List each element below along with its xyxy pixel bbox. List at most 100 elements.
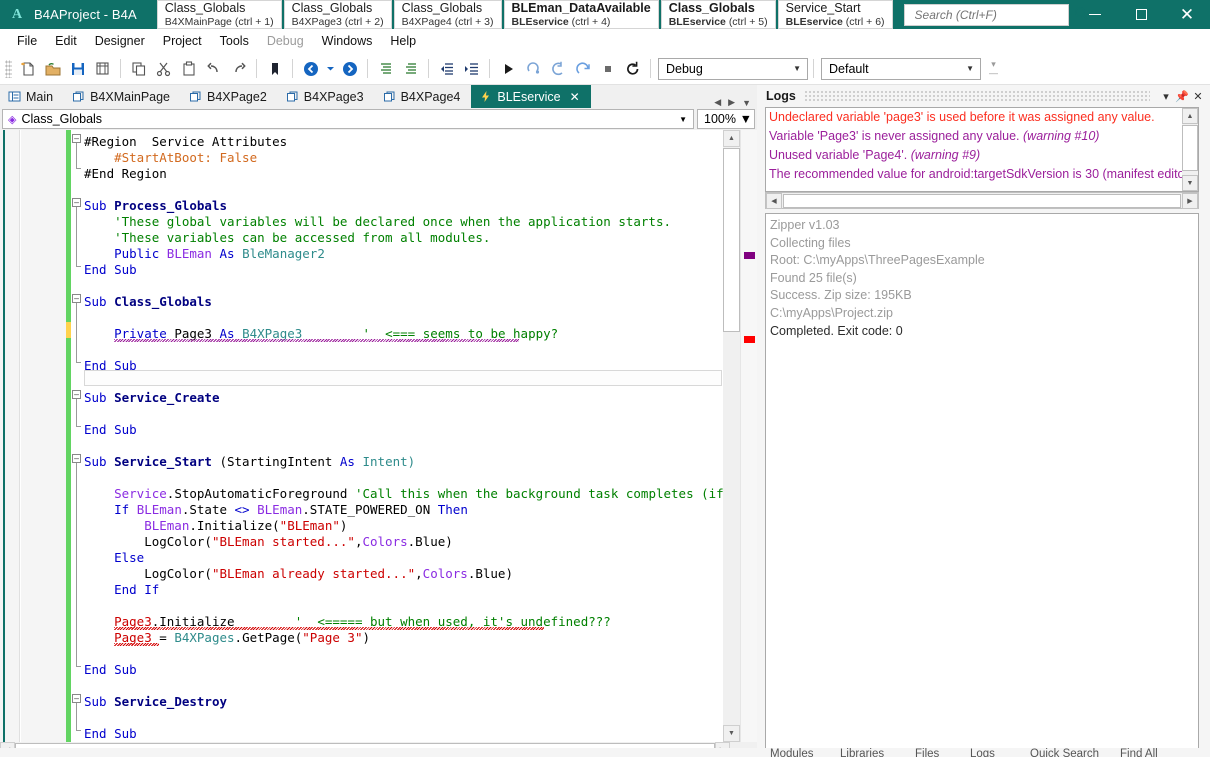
tab-b4xpage3[interactable]: B4XPage3 xyxy=(278,85,375,108)
tab-b4xpage2[interactable]: B4XPage2 xyxy=(181,85,278,108)
log-output[interactable]: Zipper v1.03 Collecting files Root: C:\m… xyxy=(765,213,1199,757)
chevron-down-icon[interactable]: ▾ xyxy=(1158,90,1174,103)
tab-b4xpage4[interactable]: B4XPage4 xyxy=(375,85,472,108)
fold-toggle-region[interactable]: – xyxy=(72,134,81,143)
warnings-vertical-scrollbar[interactable]: ▲ ▼ xyxy=(1182,108,1198,191)
dock-item-libraries[interactable]: Libraries xyxy=(840,748,884,757)
step-out-icon[interactable] xyxy=(570,57,595,81)
restart-icon[interactable] xyxy=(620,57,645,81)
copy-icon[interactable] xyxy=(126,57,151,81)
quick-tab-3[interactable]: BLEman_DataAvailable BLEservice (ctrl + … xyxy=(504,0,659,29)
bookmark-icon[interactable] xyxy=(262,57,287,81)
quick-tab-2[interactable]: Class_Globals B4XPage4 (ctrl + 3) xyxy=(394,0,502,29)
tab-b4xmainpage[interactable]: B4XMainPage xyxy=(64,85,181,108)
scroll-up-icon[interactable]: ▲ xyxy=(1182,108,1198,124)
step-over-icon[interactable] xyxy=(520,57,545,81)
fold-toggle-service-destroy[interactable]: – xyxy=(72,694,81,703)
pin-icon[interactable]: 📌 xyxy=(1174,90,1190,103)
code-vertical-scrollbar[interactable]: ▲ ▼ xyxy=(723,130,740,742)
fold-toggle-process-globals[interactable]: – xyxy=(72,198,81,207)
quick-tab-4[interactable]: Class_Globals BLEservice (ctrl + 5) xyxy=(661,0,776,29)
warning-row-2[interactable]: Unused variable 'Page4'. (warning #9) xyxy=(766,146,1198,165)
menu-edit[interactable]: Edit xyxy=(46,31,86,51)
dock-item-modules[interactable]: Modules xyxy=(770,748,813,757)
menu-tools[interactable]: Tools xyxy=(211,31,258,51)
run-icon[interactable] xyxy=(495,57,520,81)
tab-list-icon[interactable]: ▼ xyxy=(742,98,751,108)
close-icon[interactable]: ✕ xyxy=(1190,90,1206,103)
new-file-icon[interactable] xyxy=(15,57,40,81)
stop-icon[interactable] xyxy=(595,57,620,81)
panel-drag-handle[interactable] xyxy=(804,91,1150,101)
code-folding-column[interactable]: – – – – – – xyxy=(71,130,84,742)
code-marker-strip[interactable] xyxy=(740,130,757,742)
redo-icon[interactable] xyxy=(226,57,251,81)
paste-icon[interactable] xyxy=(176,57,201,81)
tab-next-icon[interactable]: ▶ xyxy=(728,97,735,108)
indent-icon[interactable] xyxy=(459,57,484,81)
menu-file[interactable]: File xyxy=(8,31,46,51)
scroll-left-icon[interactable]: ◀ xyxy=(766,193,782,209)
minimize-button[interactable] xyxy=(1072,0,1118,29)
bookmark-margin[interactable] xyxy=(0,130,20,742)
quick-tab-0[interactable]: Class_Globals B4XMainPage (ctrl + 1) xyxy=(157,0,282,29)
scroll-down-icon[interactable]: ▼ xyxy=(1182,175,1198,191)
scroll-up-icon[interactable]: ▲ xyxy=(723,130,740,147)
chevron-down-icon[interactable]: ▼ xyxy=(962,64,978,73)
tab-prev-icon[interactable]: ◀ xyxy=(714,97,721,108)
dock-item-files[interactable]: Files xyxy=(915,748,939,757)
close-button[interactable]: ✕ xyxy=(1164,0,1210,29)
warning-row-0[interactable]: Undeclared variable 'page3' is used befo… xyxy=(766,108,1198,127)
fold-toggle-class-globals[interactable]: – xyxy=(72,294,81,303)
code-editor[interactable]: – – – – – – 1 2 3 4 5 xyxy=(0,130,757,742)
warnings-list[interactable]: Undeclared variable 'page3' is used befo… xyxy=(765,107,1199,192)
maximize-button[interactable] xyxy=(1118,0,1164,29)
device-config-dropdown[interactable]: Default ▼ xyxy=(821,58,981,80)
tab-bleservice[interactable]: BLEservice ✕ xyxy=(471,85,590,108)
zoom-dropdown[interactable]: 100% ▼ xyxy=(697,109,755,129)
uncomment-icon[interactable] xyxy=(398,57,423,81)
scroll-right-icon[interactable]: ▶ xyxy=(1182,193,1198,209)
menu-help[interactable]: Help xyxy=(381,31,425,51)
tab-main[interactable]: Main xyxy=(0,85,64,108)
warnings-horizontal-scrollbar[interactable]: ◀ ▶ xyxy=(765,192,1199,209)
fold-toggle-service-create[interactable]: – xyxy=(72,390,81,399)
comment-icon[interactable] xyxy=(373,57,398,81)
chevron-down-icon[interactable]: ▼ xyxy=(675,115,691,124)
undo-icon[interactable] xyxy=(201,57,226,81)
navigate-back-icon[interactable] xyxy=(298,57,323,81)
menu-designer[interactable]: Designer xyxy=(86,31,154,51)
search-box[interactable] xyxy=(904,4,1069,26)
warning-row-1[interactable]: Variable 'Page3' is never assigned any v… xyxy=(766,127,1198,146)
build-config-dropdown[interactable]: Debug ▼ xyxy=(658,58,808,80)
open-folder-icon[interactable] xyxy=(40,57,65,81)
navigate-back-dropdown-icon[interactable] xyxy=(323,57,337,81)
save-icon[interactable] xyxy=(65,57,90,81)
warning-row-3[interactable]: The recommended value for android:target… xyxy=(766,165,1198,184)
outdent-icon[interactable] xyxy=(434,57,459,81)
quick-tab-5[interactable]: Service_Start BLEservice (ctrl + 6) xyxy=(778,0,893,29)
code-scroll-thumb[interactable] xyxy=(723,148,740,332)
dock-item-find-all[interactable]: Find All xyxy=(1120,748,1158,757)
toolbar-overflow-icon[interactable]: ▾— xyxy=(989,60,998,78)
close-icon[interactable]: ✕ xyxy=(570,90,580,104)
search-input[interactable] xyxy=(913,7,1074,23)
chevron-down-icon[interactable]: ▼ xyxy=(740,112,752,126)
save-all-icon[interactable] xyxy=(90,57,115,81)
warning-marker[interactable] xyxy=(744,252,755,259)
code-text[interactable]: #Region Service Attributes #StartAtBoot:… xyxy=(84,130,757,742)
member-dropdown[interactable]: ◈ Class_Globals ▼ xyxy=(2,109,694,129)
quick-tab-1[interactable]: Class_Globals B4XPage3 (ctrl + 2) xyxy=(284,0,392,29)
warnings-hscroll-thumb[interactable] xyxy=(783,194,1181,208)
menu-windows[interactable]: Windows xyxy=(313,31,382,51)
menu-project[interactable]: Project xyxy=(154,31,211,51)
warnings-scroll-thumb[interactable] xyxy=(1182,125,1198,171)
scroll-down-icon[interactable]: ▼ xyxy=(723,725,740,742)
step-into-icon[interactable] xyxy=(545,57,570,81)
dock-item-logs[interactable]: Logs xyxy=(970,748,995,757)
dock-item-quick-search[interactable]: Quick Search xyxy=(1030,748,1099,757)
navigate-forward-icon[interactable] xyxy=(337,57,362,81)
toolbar-grip[interactable] xyxy=(5,60,12,78)
error-marker[interactable] xyxy=(744,336,755,343)
chevron-down-icon[interactable]: ▼ xyxy=(789,64,805,73)
